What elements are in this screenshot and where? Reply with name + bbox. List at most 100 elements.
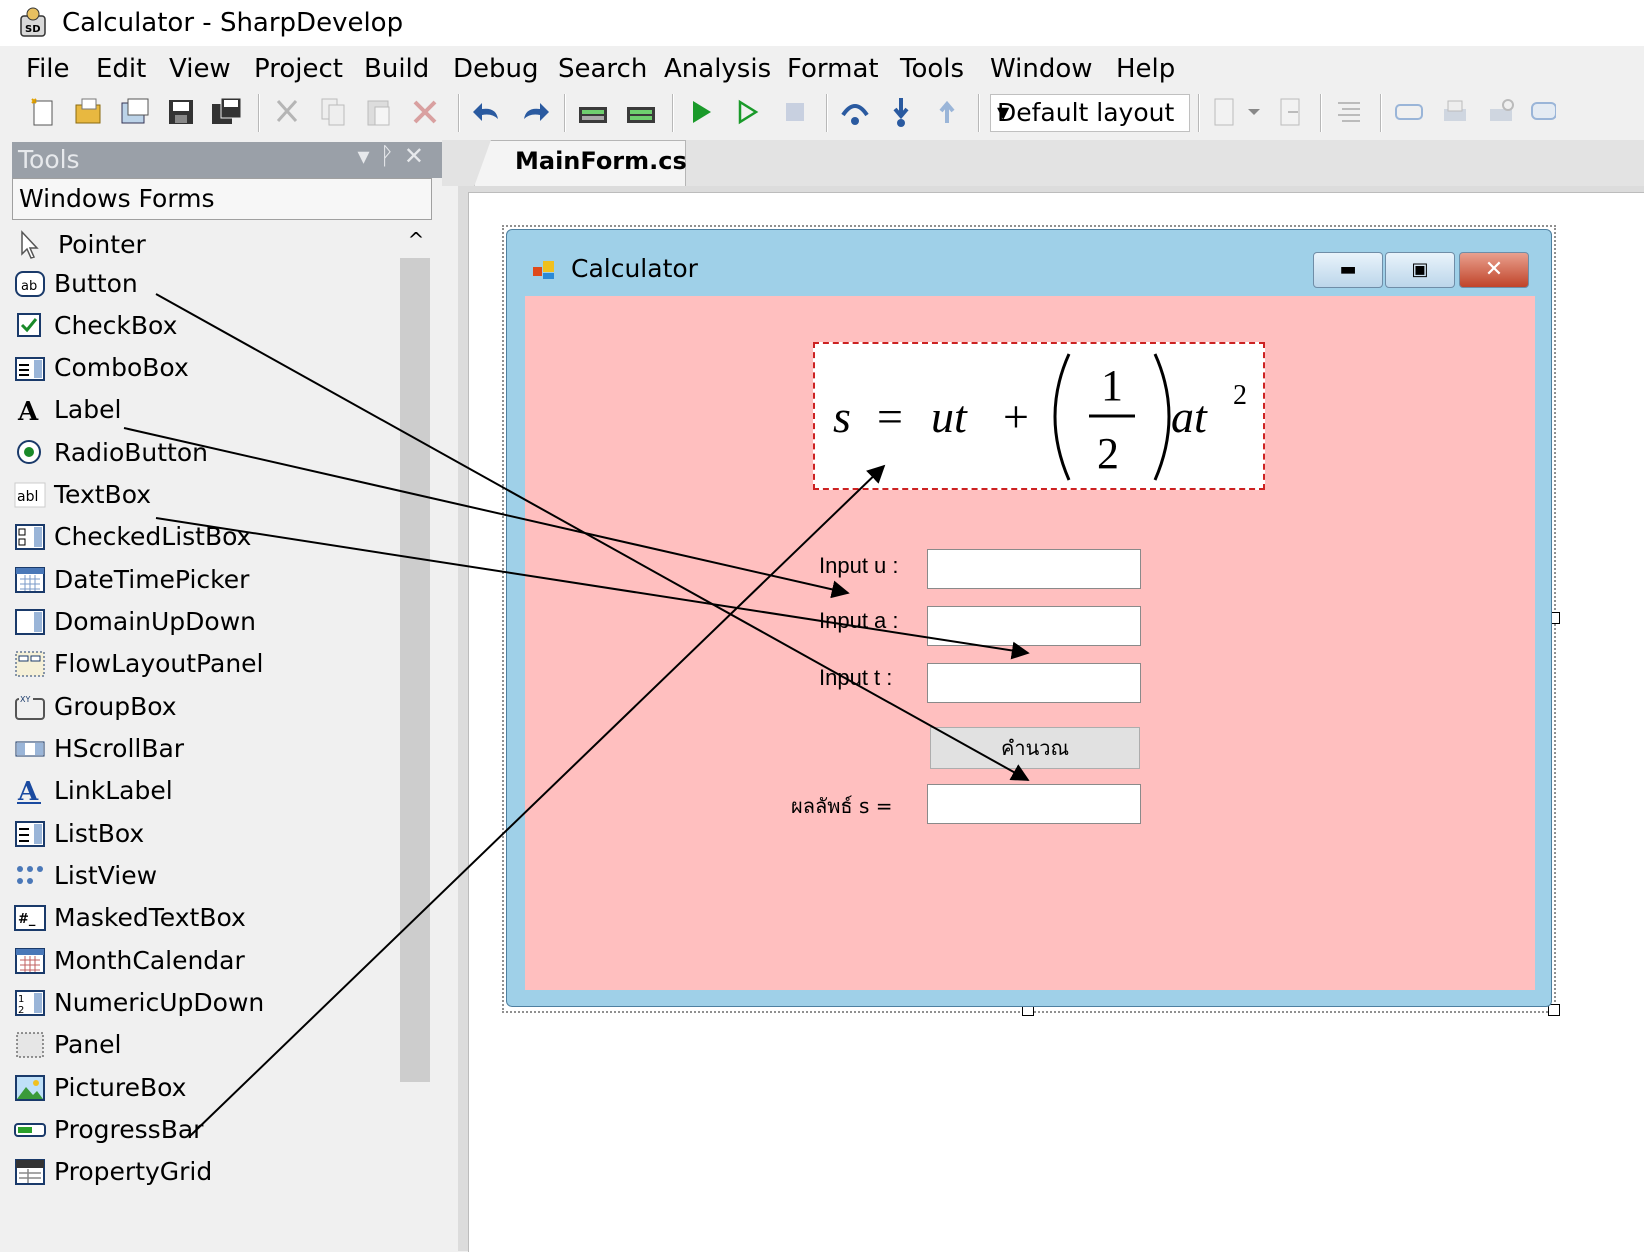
tool-item-propertygrid[interactable]: PropertyGrid — [12, 1153, 400, 1193]
textbox-input-a[interactable] — [927, 606, 1141, 646]
tool-item-domainupdown[interactable]: DomainUpDown — [12, 603, 400, 643]
comment-lines-icon[interactable] — [1332, 95, 1366, 129]
svg-text:2: 2 — [1097, 429, 1119, 478]
tab-mainform[interactable]: MainForm.cs* — [474, 140, 686, 187]
pointer-icon — [21, 230, 39, 259]
tool-item-groupbox[interactable]: XY GroupBox — [12, 688, 400, 728]
tool-item-label[interactable]: A Label — [12, 391, 400, 431]
comment-icon[interactable] — [1530, 95, 1556, 129]
menu-edit[interactable]: Edit — [92, 52, 150, 86]
save-all-icon[interactable] — [210, 95, 244, 129]
tool-item-textbox[interactable]: abl TextBox — [12, 476, 400, 516]
tools-scrollbar[interactable]: ^ — [400, 222, 432, 1251]
menu-project[interactable]: Project — [250, 52, 347, 86]
tool-item-linklabel[interactable]: A LinkLabel — [12, 772, 400, 812]
toolbox-list: Pointer ab Button CheckBox ComboBox A La… — [12, 222, 400, 1251]
menu-build[interactable]: Build — [360, 52, 433, 86]
calculator-form-window[interactable]: Calculator ▬ ▣ ✕ s = ut + 1 2 at 2 Input… — [506, 229, 1552, 1007]
menu-analysis[interactable]: Analysis — [660, 52, 775, 86]
tool-item-datetimepicker[interactable]: DateTimePicker — [12, 561, 400, 601]
textbox-input-t[interactable] — [927, 663, 1141, 703]
tool-item-progressbar[interactable]: ProgressBar — [12, 1111, 400, 1151]
maximize-button[interactable]: ▣ — [1385, 252, 1455, 288]
tool-item-label: MonthCalendar — [54, 946, 245, 975]
step-out-icon[interactable] — [930, 95, 964, 129]
textbox-result[interactable] — [927, 784, 1141, 824]
tools-category-header[interactable]: Windows Forms — [12, 178, 432, 220]
print-preview-icon[interactable] — [1484, 95, 1518, 129]
tool-item-pointer[interactable]: Pointer — [12, 226, 400, 266]
open-file-icon[interactable] — [72, 95, 106, 129]
minimize-button[interactable]: ▬ — [1313, 252, 1383, 288]
chevron-down-icon[interactable] — [1244, 95, 1264, 129]
svg-text:+: + — [1003, 391, 1029, 442]
resize-handle[interactable] — [1548, 1004, 1560, 1016]
tool-item-checkbox[interactable]: CheckBox — [12, 307, 400, 347]
close-button[interactable]: ✕ — [1459, 252, 1529, 288]
rebuild-solution-icon[interactable] — [624, 95, 658, 129]
tool-item-label: PictureBox — [54, 1073, 187, 1102]
toolbar-separator — [564, 94, 566, 132]
tool-item-listbox[interactable]: ListBox — [12, 815, 400, 855]
tool-item-numericupdown[interactable]: 12 NumericUpDown — [12, 984, 400, 1024]
tool-item-hscrollbar[interactable]: HScrollBar — [12, 730, 400, 770]
delete-icon[interactable] — [408, 95, 442, 129]
menu-format[interactable]: Format — [783, 52, 883, 86]
svg-text:1: 1 — [1101, 361, 1123, 410]
label-result: ผลลัพธ์ s = — [791, 794, 893, 818]
stop-icon[interactable] — [778, 95, 812, 129]
new-file-icon[interactable] — [26, 95, 60, 129]
document-go-icon[interactable] — [1274, 95, 1308, 129]
form-rect-icon[interactable] — [1392, 95, 1426, 129]
scrollbar-thumb[interactable] — [400, 258, 430, 1082]
paste-icon[interactable] — [362, 95, 396, 129]
tool-item-flowlayoutpanel[interactable]: FlowLayoutPanel — [12, 645, 400, 685]
build-solution-icon[interactable] — [576, 95, 610, 129]
textbox-input-u[interactable] — [927, 549, 1141, 589]
label-input-u: Input u : — [819, 553, 899, 578]
step-over-icon[interactable] — [838, 95, 872, 129]
menu-search[interactable]: Search — [554, 52, 651, 86]
chevron-up-icon[interactable]: ^ — [400, 222, 432, 256]
cut-icon[interactable] — [270, 95, 304, 129]
dropdown-icon[interactable]: ▾ — [357, 142, 379, 170]
document-icon[interactable] — [1208, 95, 1242, 129]
tool-item-listview[interactable]: ListView — [12, 857, 400, 897]
run-without-debugger-icon[interactable] — [730, 95, 764, 129]
close-icon[interactable]: ✕ — [404, 142, 434, 170]
tool-item-radiobutton[interactable]: RadioButton — [12, 434, 400, 474]
tool-item-button[interactable]: ab Button — [12, 265, 400, 305]
menu-help[interactable]: Help — [1112, 52, 1179, 86]
tool-item-picturebox[interactable]: PictureBox — [12, 1069, 400, 1109]
tool-item-label: CheckBox — [54, 311, 178, 340]
menu-tools[interactable]: Tools — [896, 52, 968, 86]
tool-item-label: Label — [54, 395, 122, 424]
tool-item-combobox[interactable]: ComboBox — [12, 349, 400, 389]
svg-text:ut: ut — [931, 391, 968, 442]
menu-file[interactable]: File — [22, 52, 74, 86]
tool-item-checkedlistbox[interactable]: CheckedListBox — [12, 518, 400, 558]
menu-window[interactable]: Window — [986, 52, 1097, 86]
tool-item-maskedtextbox[interactable]: #_ MaskedTextBox — [12, 899, 400, 939]
propertygrid-icon — [15, 1159, 45, 1185]
menu-debug[interactable]: Debug — [449, 52, 543, 86]
print-icon[interactable] — [1438, 95, 1472, 129]
save-icon[interactable] — [164, 95, 198, 129]
run-icon[interactable] — [684, 95, 718, 129]
step-into-icon[interactable] — [884, 95, 918, 129]
formula-picturebox[interactable]: s = ut + 1 2 at 2 — [813, 342, 1265, 490]
menu-view[interactable]: View — [165, 52, 235, 86]
pin-icon[interactable]: ᚹ — [379, 142, 403, 170]
toolbar-separator — [1320, 94, 1322, 132]
undo-icon[interactable] — [470, 95, 504, 129]
tool-item-monthcalendar[interactable]: MonthCalendar — [12, 942, 400, 982]
checkedlistbox-icon — [15, 524, 45, 550]
window-title: Calculator - SharpDevelop — [62, 8, 404, 38]
open-project-icon[interactable] — [118, 95, 152, 129]
tool-item-panel[interactable]: Panel — [12, 1026, 400, 1066]
tool-item-label: DomainUpDown — [54, 607, 257, 636]
redo-icon[interactable] — [518, 95, 552, 129]
calculate-button[interactable]: คำนวณ — [930, 727, 1140, 769]
copy-icon[interactable] — [316, 95, 350, 129]
layout-dropdown[interactable]: Default layout ▼ — [990, 94, 1190, 132]
